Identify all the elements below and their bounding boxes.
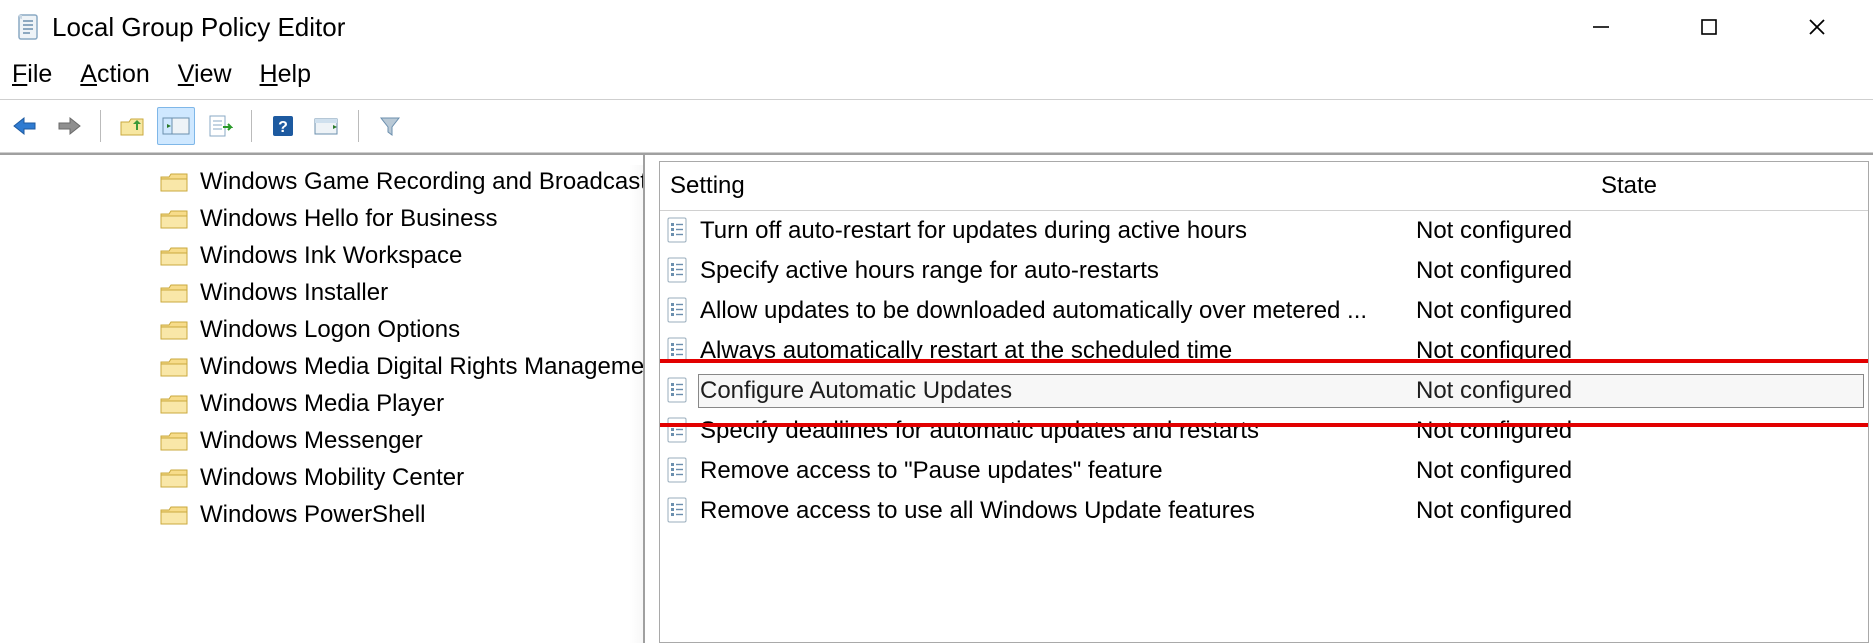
setting-state: Not configured bbox=[1416, 257, 1868, 285]
tree-item[interactable]: Windows Mobility Center bbox=[0, 459, 643, 496]
setting-name: Remove access to "Pause updates" feature bbox=[700, 457, 1163, 485]
menu-help[interactable]: Help bbox=[260, 60, 311, 89]
folder-icon bbox=[160, 245, 188, 267]
policy-setting-icon bbox=[666, 257, 690, 285]
tree-item[interactable]: Windows Logon Options bbox=[0, 311, 643, 348]
forward-button[interactable] bbox=[50, 107, 88, 145]
column-header-state[interactable]: State bbox=[1390, 172, 1868, 200]
folder-icon bbox=[160, 319, 188, 341]
folder-icon bbox=[160, 467, 188, 489]
setting-name: Always automatically restart at the sche… bbox=[700, 337, 1232, 365]
setting-state: Not configured bbox=[1416, 497, 1868, 525]
tree-item[interactable]: Windows Installer bbox=[0, 274, 643, 311]
maximize-button[interactable] bbox=[1679, 7, 1739, 47]
setting-state: Not configured bbox=[1416, 217, 1868, 245]
app-icon bbox=[14, 11, 42, 43]
settings-row[interactable]: Configure Automatic Updates Not configure… bbox=[660, 371, 1868, 411]
settings-list-pane: Setting State Turn off auto-restart for … bbox=[659, 161, 1869, 643]
window-controls bbox=[1571, 7, 1865, 47]
folder-icon bbox=[160, 393, 188, 415]
svg-text:?: ? bbox=[278, 119, 288, 136]
folder-icon bbox=[160, 208, 188, 230]
tree-item[interactable]: Windows Game Recording and Broadcasting bbox=[0, 163, 643, 200]
menu-file[interactable]: File bbox=[12, 60, 52, 89]
setting-name: Specify active hours range for auto-rest… bbox=[700, 257, 1159, 285]
setting-name: Turn off auto-restart for updates during… bbox=[700, 217, 1247, 245]
tree-item-label: Windows Logon Options bbox=[200, 316, 460, 344]
folder-icon bbox=[160, 356, 188, 378]
policy-setting-icon bbox=[666, 377, 690, 405]
folder-icon bbox=[160, 282, 188, 304]
app-window: Local Group Policy Editor File Action Vi… bbox=[0, 0, 1873, 643]
setting-state: Not configured bbox=[1416, 457, 1868, 485]
folder-icon bbox=[160, 430, 188, 452]
column-header-setting[interactable]: Setting bbox=[660, 172, 1390, 200]
folder-icon bbox=[160, 171, 188, 193]
properties-button[interactable] bbox=[308, 107, 346, 145]
tree-item-label: Windows Hello for Business bbox=[200, 205, 497, 233]
window-title: Local Group Policy Editor bbox=[52, 12, 345, 43]
tree-item-label: Windows Ink Workspace bbox=[200, 242, 462, 270]
help-button[interactable]: ? bbox=[264, 107, 302, 145]
tree-item[interactable]: Windows Media Player bbox=[0, 385, 643, 422]
menu-view[interactable]: View bbox=[178, 60, 232, 89]
tree-item-label: Windows Mobility Center bbox=[200, 464, 464, 492]
tree-item-label: Windows Media Player bbox=[200, 390, 444, 418]
up-one-level-button[interactable] bbox=[113, 107, 151, 145]
policy-setting-icon bbox=[666, 217, 690, 245]
setting-state: Not configured bbox=[1416, 297, 1868, 325]
tree-item[interactable]: Windows PowerShell bbox=[0, 496, 643, 533]
close-button[interactable] bbox=[1787, 7, 1847, 47]
settings-row[interactable]: Remove access to "Pause updates" feature… bbox=[660, 451, 1868, 491]
tree-item-label: Windows Installer bbox=[200, 279, 388, 307]
setting-state: Not configured bbox=[1416, 337, 1868, 365]
setting-name: Specify deadlines for automatic updates … bbox=[700, 417, 1259, 445]
policy-setting-icon bbox=[666, 497, 690, 525]
tree-item[interactable]: Windows Ink Workspace bbox=[0, 237, 643, 274]
settings-row[interactable]: Specify deadlines for automatic updates … bbox=[660, 411, 1868, 451]
toolbar: ? bbox=[0, 100, 1873, 153]
tree-item-label: Windows Game Recording and Broadcasting bbox=[200, 168, 643, 196]
export-list-button[interactable] bbox=[201, 107, 239, 145]
settings-row[interactable]: Remove access to use all Windows Update … bbox=[660, 491, 1868, 531]
setting-name: Configure Automatic Updates bbox=[700, 377, 1012, 405]
list-header: Setting State bbox=[660, 162, 1868, 211]
title-bar: Local Group Policy Editor bbox=[0, 0, 1873, 54]
show-hide-console-tree-button[interactable] bbox=[157, 107, 195, 145]
setting-state: Not configured bbox=[1416, 417, 1868, 445]
policy-setting-icon bbox=[666, 457, 690, 485]
content-panes: Windows Game Recording and Broadcasting W… bbox=[0, 153, 1873, 643]
menu-action[interactable]: Action bbox=[80, 60, 150, 89]
folder-icon bbox=[160, 504, 188, 526]
tree-item-label: Windows Messenger bbox=[200, 427, 423, 455]
tree-item[interactable]: Windows Media Digital Rights Management bbox=[0, 348, 643, 385]
settings-row[interactable]: Always automatically restart at the sche… bbox=[660, 331, 1868, 371]
back-button[interactable] bbox=[6, 107, 44, 145]
tree-pane[interactable]: Windows Game Recording and Broadcasting W… bbox=[0, 155, 645, 643]
setting-name: Remove access to use all Windows Update … bbox=[700, 497, 1255, 525]
policy-setting-icon bbox=[666, 417, 690, 445]
tree-item-label: Windows PowerShell bbox=[200, 501, 425, 529]
setting-name: Allow updates to be downloaded automatic… bbox=[700, 297, 1367, 325]
settings-row[interactable]: Allow updates to be downloaded automatic… bbox=[660, 291, 1868, 331]
setting-state: Not configured bbox=[1416, 377, 1868, 405]
minimize-button[interactable] bbox=[1571, 7, 1631, 47]
tree-item[interactable]: Windows Messenger bbox=[0, 422, 643, 459]
policy-setting-icon bbox=[666, 337, 690, 365]
filter-button[interactable] bbox=[371, 107, 409, 145]
policy-setting-icon bbox=[666, 297, 690, 325]
tree-item[interactable]: Windows Hello for Business bbox=[0, 200, 643, 237]
settings-row[interactable]: Specify active hours range for auto-rest… bbox=[660, 251, 1868, 291]
settings-row[interactable]: Turn off auto-restart for updates during… bbox=[660, 211, 1868, 251]
menu-bar: File Action View Help bbox=[0, 54, 1873, 100]
tree-item-label: Windows Media Digital Rights Management bbox=[200, 353, 643, 381]
